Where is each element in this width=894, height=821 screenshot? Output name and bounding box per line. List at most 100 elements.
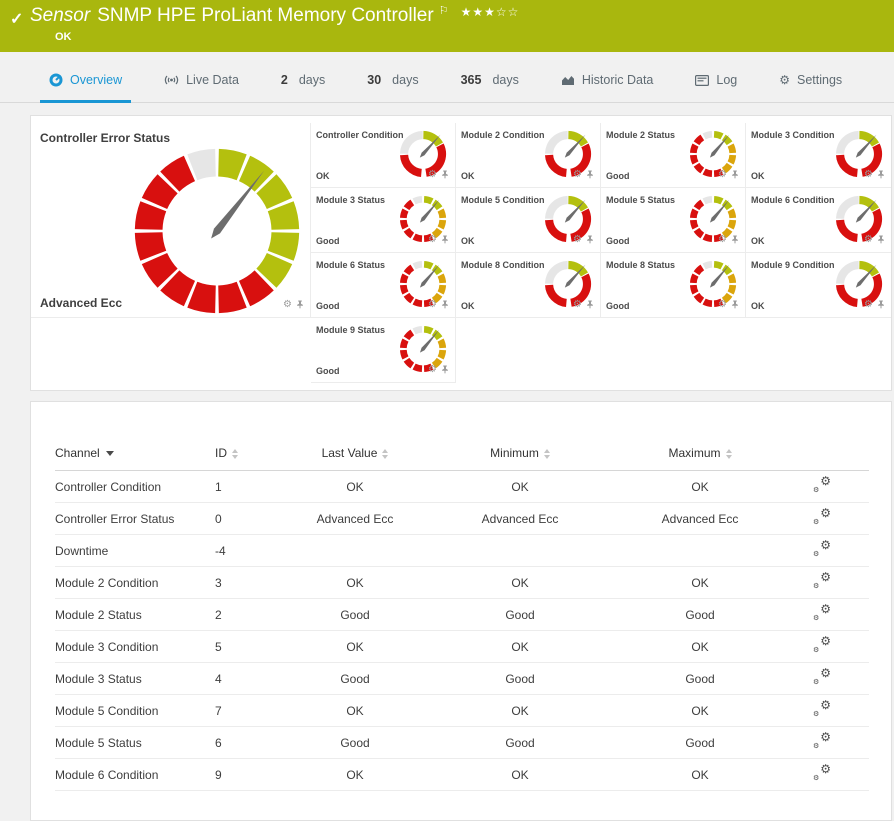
gauge-grid: Controller Error Status Advanced Ecc ⚙ C… — [31, 116, 891, 383]
gauge-cell-module-2-status[interactable]: Module 2 Status Good ⚙ — [601, 123, 746, 188]
tab-2-days[interactable]: 2 days — [272, 73, 334, 103]
last-value-cell: Good — [295, 662, 415, 695]
gauge-settings-icon[interactable]: ⚙ — [718, 300, 727, 310]
sort-desc-icon — [105, 451, 114, 457]
column-header-actions — [775, 440, 869, 471]
gauge-settings-icon[interactable]: ⚙ — [864, 300, 873, 310]
tab-overview[interactable]: Overview — [40, 73, 132, 103]
gauge-settings-icon[interactable]: ⚙ — [428, 365, 437, 375]
gauge-settings-icon[interactable]: ⚙ — [573, 300, 582, 310]
maximum-cell: Good — [625, 726, 775, 759]
channel-cell[interactable]: Controller Error Status — [55, 502, 215, 535]
flag-icon[interactable]: ⚐ — [439, 5, 449, 17]
gauge-cell-module-5-status[interactable]: Module 5 Status Good ⚙ — [601, 188, 746, 253]
edit-channel-icon[interactable]: ⚙ ⚙ — [813, 475, 831, 494]
gauge-cell-icons: ⚙ — [428, 296, 449, 314]
gauge-cell-module-8-status[interactable]: Module 8 Status Good ⚙ — [601, 253, 746, 318]
gauge-settings-icon[interactable]: ⚙ — [283, 300, 292, 310]
gauge-cell-module-8-condition[interactable]: Module 8 Condition OK ⚙ — [456, 253, 601, 318]
gauge-pin-icon[interactable] — [877, 231, 885, 249]
maximum-cell: Advanced Ecc — [625, 502, 775, 535]
gauge-pin-icon[interactable] — [441, 231, 449, 249]
gauge-pin-icon[interactable] — [441, 166, 449, 184]
gauge-settings-icon[interactable]: ⚙ — [718, 235, 727, 245]
channel-cell[interactable]: Module 3 Condition — [55, 630, 215, 663]
gauge-pin-icon[interactable] — [877, 296, 885, 314]
tab-log[interactable]: Log — [686, 73, 746, 103]
gauge-value: Good — [316, 236, 340, 246]
channel-cell[interactable]: Module 3 Status — [55, 662, 215, 695]
edit-channel-icon[interactable]: ⚙ ⚙ — [813, 571, 831, 590]
tab-settings[interactable]: ⚙ Settings — [770, 73, 851, 103]
edit-channel-icon[interactable]: ⚙ ⚙ — [813, 763, 831, 782]
page-title: SNMP HPE ProLiant Memory Controller — [97, 5, 434, 26]
column-header-minimum[interactable]: Minimum — [415, 440, 625, 471]
gauge-settings-icon[interactable]: ⚙ — [573, 235, 582, 245]
gauge-cell-icons: ⚙ — [718, 166, 739, 184]
column-header-maximum[interactable]: Maximum — [625, 440, 775, 471]
edit-channel-icon[interactable]: ⚙ ⚙ — [813, 507, 831, 526]
gauge-settings-icon[interactable]: ⚙ — [718, 170, 727, 180]
channel-cell[interactable]: Controller Condition — [55, 470, 215, 503]
edit-channel-icon[interactable]: ⚙ ⚙ — [813, 731, 831, 750]
main-gauge-cell[interactable]: Controller Error Status Advanced Ecc ⚙ — [31, 123, 311, 318]
gauge-pin-icon[interactable] — [586, 166, 594, 184]
gauge-cell-module-9-condition[interactable]: Module 9 Condition OK ⚙ — [746, 253, 891, 318]
gauge-cell-module-9-status[interactable]: Module 9 Status Good ⚙ — [311, 318, 456, 383]
tab-label: Live Data — [186, 73, 239, 87]
gauge-pin-icon[interactable] — [731, 166, 739, 184]
column-header-id[interactable]: ID — [215, 440, 295, 471]
edit-channel-icon[interactable]: ⚙ ⚙ — [813, 667, 831, 686]
channel-cell[interactable]: Module 5 Status — [55, 726, 215, 759]
gauge-cell-module-3-status[interactable]: Module 3 Status Good ⚙ — [311, 188, 456, 253]
gauge-settings-icon[interactable]: ⚙ — [428, 235, 437, 245]
gauge-settings-icon[interactable]: ⚙ — [864, 170, 873, 180]
channel-cell[interactable]: Module 6 Condition — [55, 758, 215, 791]
gauge-pin-icon[interactable] — [586, 296, 594, 314]
gauge-value: Good — [316, 366, 340, 376]
gauge-pin-icon[interactable] — [296, 296, 304, 314]
column-header-channel[interactable]: Channel — [55, 440, 215, 471]
gauge-pin-icon[interactable] — [441, 296, 449, 314]
gauge-cell-controller-condition[interactable]: Controller Condition OK ⚙ — [311, 123, 456, 188]
sort-icon — [382, 448, 389, 459]
column-header-last-value[interactable]: Last Value — [295, 440, 415, 471]
status-check-icon: ✓ — [10, 11, 24, 28]
gauge-cell-module-6-status[interactable]: Module 6 Status Good ⚙ — [311, 253, 456, 318]
gauge-pin-icon[interactable] — [731, 231, 739, 249]
tab-label: Log — [716, 73, 738, 87]
gauge-settings-icon[interactable]: ⚙ — [428, 170, 437, 180]
tab-live-data[interactable]: Live Data — [155, 73, 248, 103]
channel-cell[interactable]: Downtime — [55, 534, 215, 567]
edit-channel-icon[interactable]: ⚙ ⚙ — [813, 603, 831, 622]
object-kind-label: Sensor — [30, 5, 91, 26]
gauge-cell-module-5-condition[interactable]: Module 5 Condition OK ⚙ — [456, 188, 601, 253]
channel-cell[interactable]: Module 5 Condition — [55, 694, 215, 727]
edit-channel-icon[interactable]: ⚙ ⚙ — [813, 539, 831, 558]
gauge-settings-icon[interactable]: ⚙ — [573, 170, 582, 180]
last-value-cell: OK — [295, 694, 415, 727]
tab-365-days[interactable]: 365 days — [452, 73, 528, 103]
gauge-pin-icon[interactable] — [586, 231, 594, 249]
gauge-settings-icon[interactable]: ⚙ — [428, 300, 437, 310]
gauge-pin-icon[interactable] — [877, 166, 885, 184]
gauge-title: Module 6 Condition — [751, 195, 835, 205]
gauge-pin-icon[interactable] — [441, 361, 449, 379]
tab-30-days[interactable]: 30 days — [358, 73, 427, 103]
gauge-cell-module-6-condition[interactable]: Module 6 Condition OK ⚙ — [746, 188, 891, 253]
priority-stars[interactable]: ★★★☆☆ — [461, 5, 520, 19]
minimum-cell: OK — [415, 630, 625, 663]
tab-historic-data[interactable]: Historic Data — [552, 73, 663, 103]
gauge-cell-icons: ⚙ — [718, 231, 739, 249]
gauge-pin-icon[interactable] — [731, 296, 739, 314]
gauge-settings-icon[interactable]: ⚙ — [864, 235, 873, 245]
main-gauge-title: Controller Error Status — [40, 131, 171, 145]
gauge-title: Module 9 Condition — [751, 260, 835, 270]
edit-channel-icon[interactable]: ⚙ ⚙ — [813, 635, 831, 654]
gauge-cell-module-3-condition[interactable]: Module 3 Condition OK ⚙ — [746, 123, 891, 188]
gauge-value: OK — [461, 236, 475, 246]
edit-channel-icon[interactable]: ⚙ ⚙ — [813, 699, 831, 718]
channel-cell[interactable]: Module 2 Condition — [55, 566, 215, 599]
gauge-cell-module-2-condition[interactable]: Module 2 Condition OK ⚙ — [456, 123, 601, 188]
channel-cell[interactable]: Module 2 Status — [55, 598, 215, 631]
